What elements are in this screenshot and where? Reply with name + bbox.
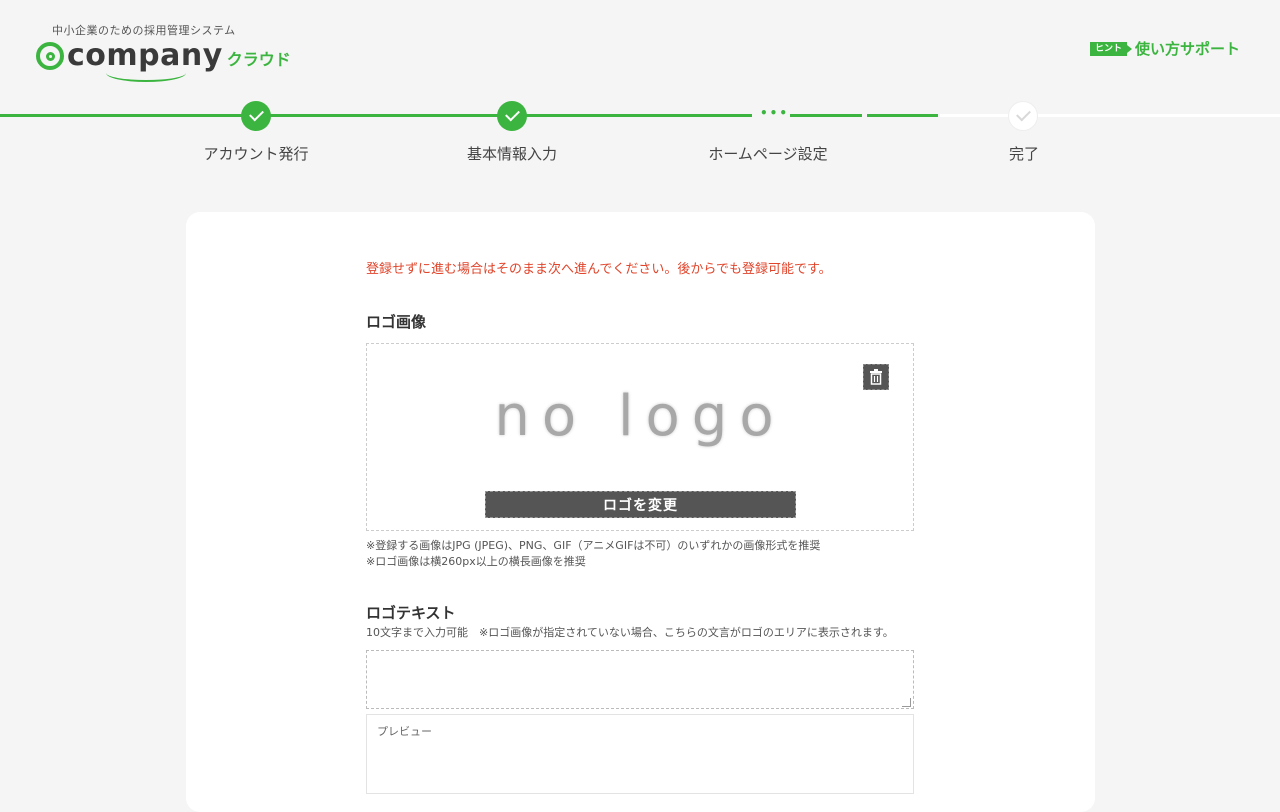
logo-format-note: ※登録する画像はJPG (JPEG)、PNG、GIF（アニメGIFは不可）のいず… — [366, 539, 821, 552]
help-support-link[interactable]: ヒント 使い方サポート — [1089, 38, 1240, 59]
check-icon — [248, 106, 264, 122]
current-step-dots: ••• — [760, 106, 790, 120]
help-support-label: 使い方サポート — [1134, 40, 1240, 58]
form-card: 登録せずに進む場合はそのまま次へ進んでください。後からでも登録可能です。 ロゴ画… — [186, 212, 1095, 812]
brand-sub: クラウド — [226, 50, 291, 69]
progress-line-todo — [940, 114, 1280, 117]
logo-text-description: 10文字まで入力可能 ※ロゴ画像が指定されていない場合、こちらの文言がロゴのエリ… — [366, 626, 894, 639]
step-2-indicator — [497, 101, 527, 131]
check-icon — [1015, 106, 1031, 122]
logo-image-notes: ※登録する画像はJPG (JPEG)、PNG、GIF（アニメGIFは不可）のいず… — [366, 538, 914, 570]
logo-text-input[interactable] — [366, 650, 914, 709]
step-label-basic-info: 基本情報入力 — [466, 145, 557, 163]
logo-text-preview: プレビュー — [366, 714, 914, 794]
tagline: 中小企業のための採用管理システム — [52, 24, 236, 37]
no-logo-placeholder: no logo — [494, 384, 786, 449]
trash-icon — [870, 369, 882, 385]
delete-logo-button[interactable] — [863, 364, 889, 390]
logo-swoosh — [106, 64, 186, 82]
textarea-resize-handle[interactable] — [902, 698, 911, 707]
logo-image-dropzone[interactable]: no logo ロゴを変更 — [366, 343, 914, 531]
logo-text-title: ロゴテキスト — [366, 604, 456, 622]
check-icon — [504, 106, 520, 122]
change-logo-button[interactable]: ロゴを変更 — [485, 491, 796, 518]
logo-size-note: ※ロゴ画像は横260px以上の横長画像を推奨 — [366, 555, 586, 568]
preview-label: プレビュー — [377, 725, 432, 738]
step-4-indicator — [1008, 101, 1038, 131]
at-mark-icon — [36, 42, 64, 70]
step-label-homepage: ホームページ設定 — [708, 145, 828, 163]
progress-line-current — [790, 114, 862, 117]
hint-badge: ヒント — [1089, 41, 1133, 56]
logo-image-title: ロゴ画像 — [366, 313, 427, 331]
progress-line-done — [0, 114, 752, 117]
step-label-account: アカウント発行 — [203, 145, 309, 163]
progress-line-current-2 — [867, 114, 938, 117]
skip-notice: 登録せずに進む場合はそのまま次へ進んでください。後からでも登録可能です。 — [366, 262, 832, 277]
step-label-complete: 完了 — [1008, 145, 1039, 163]
step-1-indicator — [241, 101, 271, 131]
